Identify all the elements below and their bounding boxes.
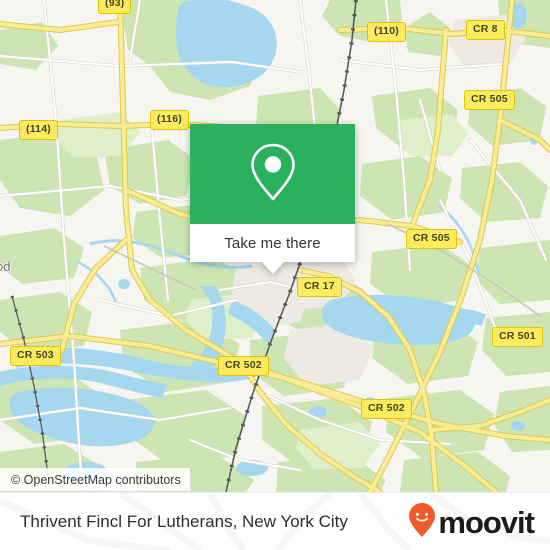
road-shield[interactable]: CR 502 [361, 399, 412, 419]
moovit-map-screenshot: (93) (114) (116) (110) CR 8 CR 505 CR 50… [0, 0, 550, 550]
road-shield[interactable]: CR 501 [492, 327, 543, 347]
popup-header [190, 124, 355, 224]
map-canvas[interactable]: (93) (114) (116) (110) CR 8 CR 505 CR 50… [0, 0, 550, 492]
moovit-logo[interactable]: moovit [409, 502, 535, 542]
road-shield[interactable]: CR 505 [464, 90, 515, 110]
map-pin-icon [247, 141, 299, 208]
footer-bar: Thrivent Fincl For Lutherans, New York C… [0, 492, 550, 550]
road-shield[interactable]: (110) [367, 22, 406, 42]
popup-pointer-tail [261, 262, 284, 274]
road-shield[interactable]: CR 505 [406, 229, 457, 249]
location-popup-card[interactable]: Take me there [190, 124, 355, 274]
take-me-there-label: Take me there [224, 234, 321, 252]
map-attribution[interactable]: © OpenStreetMap contributors [0, 468, 191, 492]
place-label: od [0, 259, 11, 274]
popup-action-bar[interactable]: Take me there [190, 224, 355, 262]
road-shield[interactable]: CR 8 [466, 20, 505, 40]
moovit-pin-smiley-icon [409, 502, 436, 542]
road-shield[interactable]: (114) [19, 120, 58, 140]
road-shield[interactable]: (116) [150, 110, 189, 130]
road-shield[interactable]: (93) [98, 0, 132, 14]
road-shield[interactable]: CR 17 [297, 277, 342, 297]
page-title: Thrivent Fincl For Lutherans, New York C… [20, 512, 348, 531]
attribution-text: © OpenStreetMap contributors [11, 472, 181, 487]
road-shield[interactable]: CR 502 [218, 356, 269, 376]
road-shield[interactable]: CR 503 [10, 346, 61, 366]
moovit-wordmark: moovit [438, 504, 535, 540]
